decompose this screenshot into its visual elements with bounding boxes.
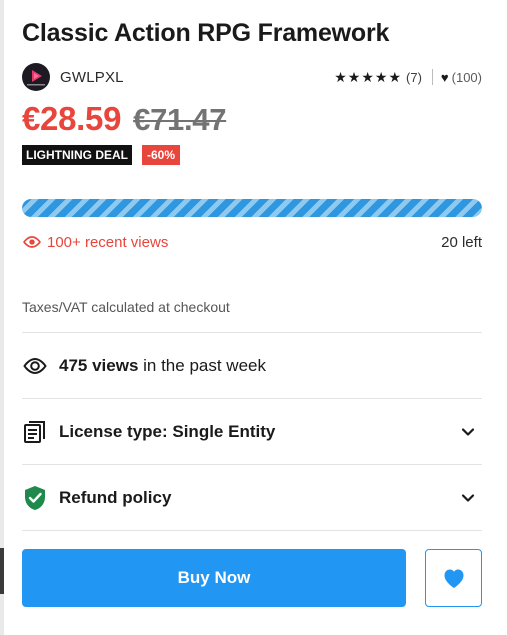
price-row: €28.59 €71.47 — [22, 100, 482, 140]
stock-left-count: 20 left — [441, 233, 482, 251]
eye-icon — [23, 236, 41, 248]
deal-badges: LIGHTNING DEAL -60% — [22, 144, 482, 166]
recent-views-text: 100+ recent views — [47, 233, 169, 251]
product-panel: Classic Action RPG Framework GWLPXL ★ ★ … — [22, 16, 482, 607]
seller-row: GWLPXL ★ ★ ★ ★ ★ (7) ♥ (100) — [22, 62, 482, 92]
current-price: €28.59 — [22, 100, 122, 137]
page-edge-strip — [0, 0, 4, 635]
seller-avatar[interactable] — [22, 63, 50, 91]
lightning-deal-badge: LIGHTNING DEAL — [22, 145, 132, 165]
rating-stars[interactable]: ★ ★ ★ ★ ★ (7) — [334, 70, 422, 85]
star-icon: ★ — [361, 69, 374, 85]
heart-icon[interactable]: ♥ — [441, 70, 449, 85]
star-icon: ★ — [334, 69, 347, 85]
refund-label: Refund policy — [59, 487, 172, 507]
rating-count: (7) — [406, 69, 422, 85]
star-icon: ★ — [347, 69, 361, 85]
buy-now-button[interactable]: Buy Now — [22, 549, 406, 607]
star-icon: ★ — [374, 69, 388, 85]
tax-note: Taxes/VAT calculated at checkout — [22, 299, 230, 315]
license-label: License type: Single Entity — [59, 421, 276, 441]
stock-progress-fill — [22, 199, 482, 217]
product-title: Classic Action RPG Framework — [22, 19, 390, 47]
seller-name[interactable]: GWLPXL — [60, 69, 124, 86]
license-icon — [22, 419, 48, 445]
favorites-count: (100) — [451, 69, 482, 85]
weekly-views-text: 475 views in the past week — [59, 356, 266, 376]
avatar-logo-icon — [27, 70, 45, 86]
shield-check-icon — [22, 485, 48, 511]
chevron-down-icon[interactable] — [460, 424, 476, 440]
divider — [431, 69, 433, 85]
divider — [22, 530, 482, 531]
refund-accordion[interactable]: Refund policy — [22, 465, 482, 530]
wishlist-button[interactable] — [425, 549, 482, 607]
heart-icon — [444, 569, 463, 588]
weekly-views-row: 475 views in the past week — [22, 333, 482, 398]
original-price: €71.47 — [133, 102, 227, 137]
chevron-down-icon[interactable] — [460, 490, 476, 506]
weekly-views-count: 475 views — [59, 355, 139, 375]
star-icon: ★ — [388, 69, 402, 85]
license-accordion[interactable]: License type: Single Entity — [22, 399, 482, 464]
page-edge-dark-block — [0, 548, 4, 594]
discount-badge: -60% — [142, 145, 181, 165]
weekly-views-suffix: in the past week — [138, 355, 266, 375]
stock-progress-bar — [22, 199, 482, 217]
eye-icon — [22, 353, 48, 379]
purchase-actions: Buy Now — [22, 549, 482, 607]
recent-views-row: 100+ recent views 20 left — [22, 231, 482, 253]
